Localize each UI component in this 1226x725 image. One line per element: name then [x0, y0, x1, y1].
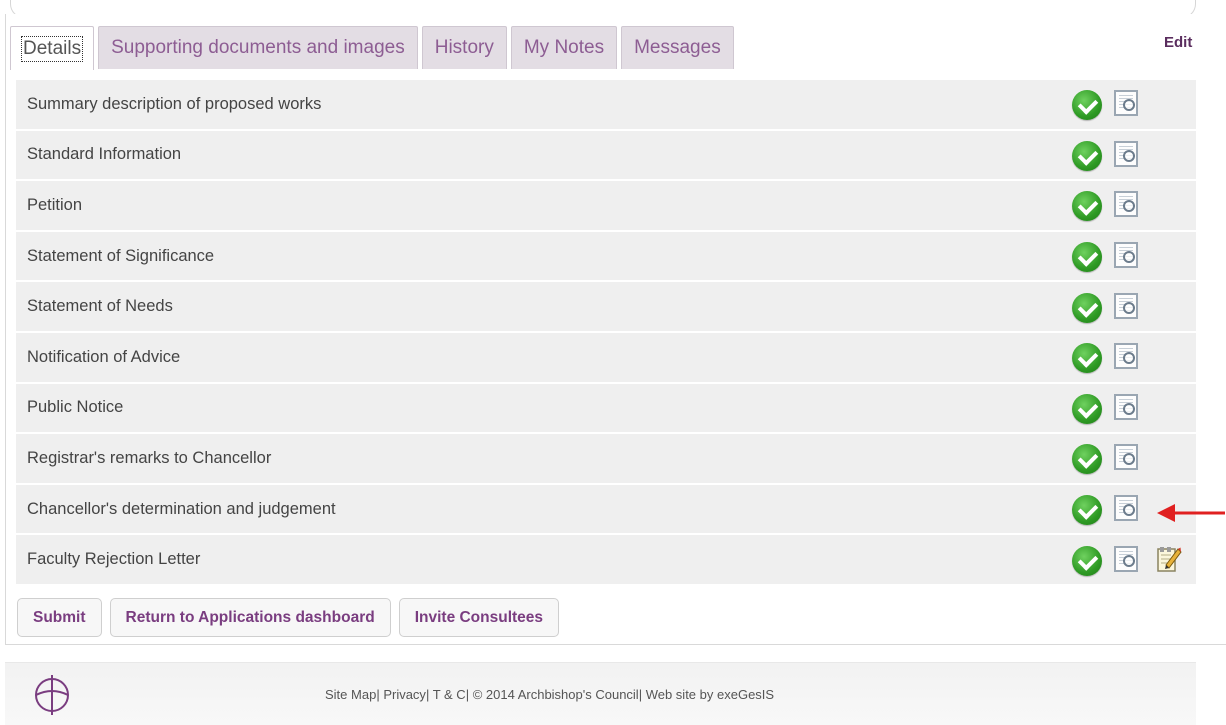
section-label: Notification of Advice: [27, 347, 181, 366]
tab-bar: Details Supporting documents and images …: [10, 26, 738, 70]
view-document-icon[interactable]: [1114, 545, 1138, 572]
tab-history[interactable]: History: [421, 26, 507, 69]
view-document-icon[interactable]: [1114, 191, 1138, 218]
church-logo-icon: [35, 675, 69, 715]
section-row-faculty-rejection-letter: Faculty Rejection Letter: [16, 535, 1196, 586]
invite-consultees-button[interactable]: Invite Consultees: [398, 598, 560, 637]
section-row-statement-of-significance: Statement of Significance: [16, 231, 1196, 283]
footer-separator: |: [638, 687, 646, 702]
check-icon: [1072, 343, 1102, 374]
return-to-dashboard-button[interactable]: Return to Applications dashboard: [109, 598, 391, 637]
section-label: Statement of Significance: [27, 246, 215, 265]
tab-details[interactable]: Details: [10, 26, 95, 70]
check-icon: [1072, 191, 1102, 222]
tab-messages[interactable]: Messages: [621, 26, 734, 69]
view-document-icon[interactable]: [1114, 90, 1138, 117]
terms-link[interactable]: T & C: [433, 687, 466, 702]
copyright-text: © 2014 Archbishop's Council: [472, 687, 639, 702]
section-label: Statement of Needs: [27, 297, 173, 316]
site-map-link[interactable]: Site Map: [325, 687, 376, 702]
check-icon: [1072, 292, 1102, 323]
view-document-icon[interactable]: [1114, 242, 1138, 269]
tab-my-notes[interactable]: My Notes: [510, 26, 618, 69]
view-document-icon[interactable]: [1114, 495, 1138, 522]
footer: Site Map| Privacy| T & C| © 2014 Archbis…: [5, 662, 1196, 725]
view-document-icon[interactable]: [1114, 292, 1138, 319]
footer-separator: |: [465, 687, 473, 702]
view-document-icon[interactable]: [1114, 444, 1138, 471]
edit-icon[interactable]: [1156, 545, 1182, 573]
tab-supporting-documents[interactable]: Supporting documents and images: [98, 26, 418, 69]
section-list: Summary description of proposed works St…: [16, 80, 1196, 586]
section-label: Chancellor's determination and judgement: [27, 499, 336, 518]
submit-button[interactable]: Submit: [17, 598, 102, 637]
section-label: Summary description of proposed works: [27, 94, 322, 113]
red-arrow-annotation: [1157, 504, 1225, 522]
section-row-public-notice: Public Notice: [16, 383, 1196, 435]
section-row-summary: Summary description of proposed works: [16, 80, 1196, 131]
section-label: Petition: [27, 195, 83, 214]
section-row-chancellors-determination: Chancellor's determination and judgement: [16, 484, 1196, 536]
footer-separator: |: [425, 687, 433, 702]
check-icon: [1072, 495, 1102, 526]
credit-link[interactable]: Web site by exeGesIS: [646, 687, 774, 702]
check-icon: [1072, 242, 1102, 273]
edit-link[interactable]: Edit: [1164, 34, 1192, 51]
check-icon: [1072, 444, 1102, 475]
section-row-notification-of-advice: Notification of Advice: [16, 332, 1196, 384]
section-row-standard-information: Standard Information: [16, 130, 1196, 182]
check-icon: [1072, 545, 1102, 576]
action-buttons: Submit Return to Applications dashboard …: [17, 598, 567, 637]
section-label: Registrar's remarks to Chancellor: [27, 448, 272, 467]
view-document-icon[interactable]: [1114, 140, 1138, 167]
view-document-icon[interactable]: [1114, 343, 1138, 370]
footer-links: Site Map| Privacy| T & C| © 2014 Archbis…: [325, 687, 774, 702]
section-row-statement-of-needs: Statement of Needs: [16, 282, 1196, 333]
section-row-petition: Petition: [16, 181, 1196, 232]
section-row-registrars-remarks: Registrar's remarks to Chancellor: [16, 434, 1196, 485]
check-icon: [1072, 90, 1102, 121]
view-document-icon[interactable]: [1114, 393, 1138, 420]
check-icon: [1072, 393, 1102, 424]
section-label: Public Notice: [27, 398, 124, 417]
check-icon: [1072, 140, 1102, 171]
section-label: Standard Information: [27, 145, 182, 164]
section-label: Faculty Rejection Letter: [27, 550, 201, 569]
privacy-link[interactable]: Privacy: [383, 687, 426, 702]
